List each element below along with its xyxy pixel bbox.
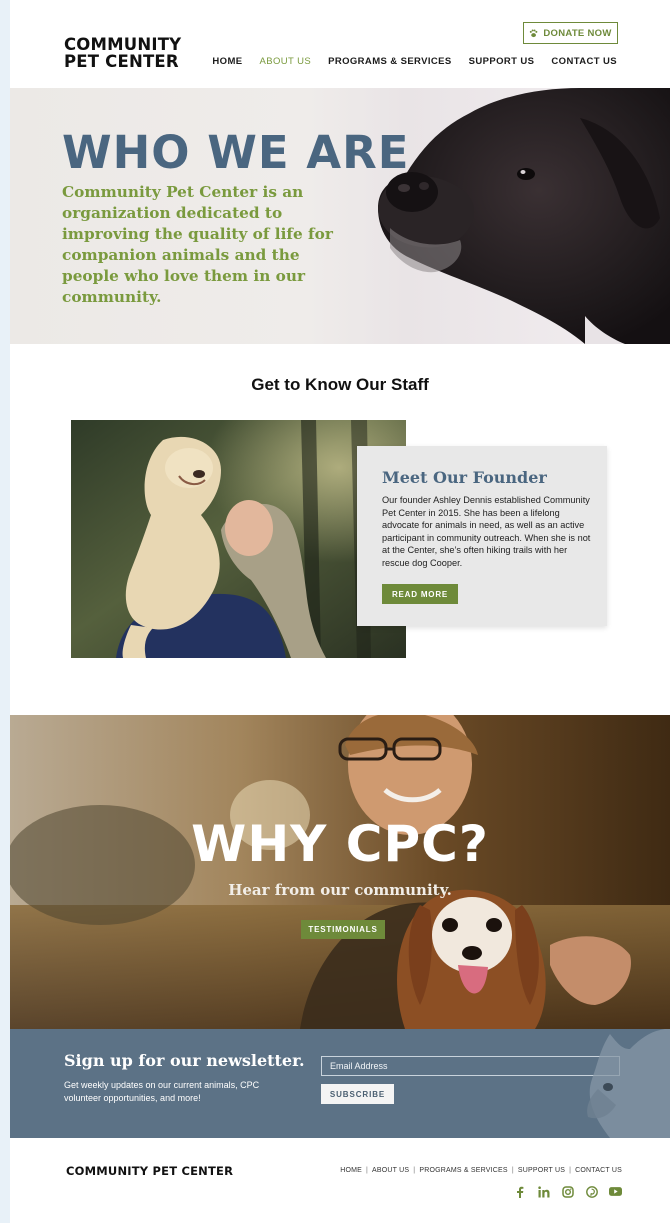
nav-about-us[interactable]: ABOUT US [260,56,312,67]
hero-title: WHO WE ARE [62,126,410,179]
founder-card-title: Meet Our Founder [382,468,547,487]
paw-icon [530,28,538,37]
nav-home[interactable]: HOME [212,56,242,67]
footer-nav-separator: | [511,1167,514,1174]
youtube-icon[interactable] [609,1185,622,1198]
why-cpc-title: WHY CPC? [191,815,489,873]
hero-section: WHO WE ARE Community Pet Center is an or… [10,88,670,344]
nav-contact-us[interactable]: CONTACT US [551,56,617,67]
newsletter-text: Get weekly updates on our current animal… [64,1080,260,1103]
why-cpc-subtitle: Hear from our community. [228,881,452,899]
footer-nav-contact-us[interactable]: CONTACT US [575,1167,622,1174]
footer-nav-separator: | [569,1167,572,1174]
founder-card: Meet Our Founder Our founder Ashley Denn… [357,446,607,626]
nav-support-us[interactable]: SUPPORT US [469,56,535,67]
facebook-icon[interactable] [513,1185,526,1198]
footer-nav-programs-services[interactable]: PROGRAMS & SERVICES [419,1167,507,1174]
social-links [513,1185,622,1198]
newsletter-title: Sign up for our newsletter. [64,1051,305,1070]
cat-image [587,1029,670,1138]
black-dog-image [378,88,670,344]
logo-line-2: PET CENTER [64,52,179,71]
nav-programs-services[interactable]: PROGRAMS & SERVICES [328,56,452,67]
footer-nav-support-us[interactable]: SUPPORT US [518,1167,565,1174]
footer-nav-separator: | [413,1167,416,1174]
footer-nav-separator: | [366,1167,369,1174]
instagram-icon[interactable] [561,1185,574,1198]
subscribe-button[interactable]: SUBSCRIBE [321,1084,394,1104]
logo-line-1: COMMUNITY [64,35,182,54]
pinterest-icon[interactable] [585,1185,598,1198]
page: COMMUNITY PET CENTER DONATE NOW HOME ABO… [10,0,670,1223]
donate-button[interactable]: DONATE NOW [523,22,618,44]
staff-section-title: Get to Know Our Staff [251,375,429,394]
newsletter-section: Sign up for our newsletter. Get weekly u… [10,1029,670,1138]
footer-nav: HOME | ABOUT US | PROGRAMS & SERVICES | … [340,1167,622,1174]
footer-logo[interactable]: COMMUNITY PET CENTER [66,1164,233,1178]
testimonials-button[interactable]: TESTIMONIALS [301,920,385,939]
why-cpc-section: WHY CPC? Hear from our community. TESTIM… [10,715,670,1029]
hero-text: Community Pet Center is an organization … [62,183,333,306]
footer-nav-home[interactable]: HOME [340,1167,362,1174]
main-nav: HOME ABOUT US PROGRAMS & SERVICES SUPPOR… [212,56,617,67]
read-more-button[interactable]: READ MORE [382,584,458,604]
donate-label: DONATE NOW [543,27,612,39]
site-header: COMMUNITY PET CENTER DONATE NOW HOME ABO… [10,0,670,88]
site-logo[interactable]: COMMUNITY PET CENTER [64,36,181,70]
founder-photo [71,420,406,658]
linkedin-icon[interactable] [537,1185,550,1198]
founder-card-text: Our founder Ashley Dennis established Co… [382,495,591,568]
footer-nav-about-us[interactable]: ABOUT US [372,1167,409,1174]
